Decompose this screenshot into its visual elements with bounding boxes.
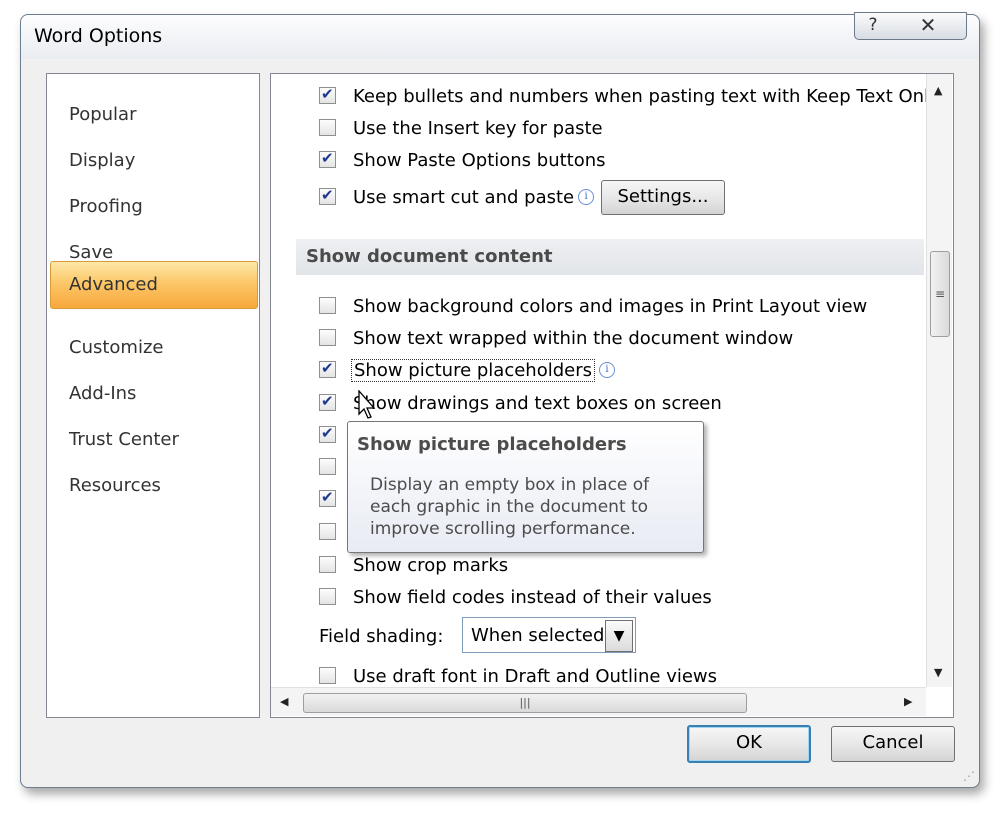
advanced-options-panel: Keep bullets and numbers when pasting te… bbox=[270, 73, 954, 718]
option-paste-options-label: Show Paste Options buttons bbox=[353, 149, 606, 171]
title-bar[interactable]: Word Options ? ✕ bbox=[21, 12, 979, 59]
option-smart-cut-row: Use smart cut and paste i bbox=[353, 185, 595, 209]
checkbox-draft-font[interactable] bbox=[319, 667, 336, 684]
tooltip-body: Display an empty box in place of each gr… bbox=[370, 475, 650, 539]
option-keep-bullets-label: Keep bullets and numbers when pasting te… bbox=[353, 85, 940, 107]
option-draft-font-label: Use draft font in Draft and Outline view… bbox=[353, 665, 718, 687]
nav-item-display[interactable]: Display bbox=[69, 150, 135, 171]
nav-item-popular[interactable]: Popular bbox=[69, 104, 137, 125]
nav-item-advanced-label: Advanced bbox=[69, 274, 158, 295]
tooltip: Show picture placeholders Display an emp… bbox=[347, 421, 704, 553]
scroll-left-icon[interactable]: ◀ bbox=[280, 695, 288, 708]
checkbox-field-codes[interactable] bbox=[319, 588, 336, 605]
nav-item-trust-center[interactable]: Trust Center bbox=[69, 429, 179, 450]
checkbox-keep-bullets[interactable] bbox=[319, 85, 336, 104]
nav-item-customize[interactable]: Customize bbox=[69, 337, 163, 358]
checkbox-insert-key-paste[interactable] bbox=[319, 119, 336, 136]
window-title: Word Options bbox=[34, 25, 163, 47]
option-drawings-label: Show drawings and text boxes on screen bbox=[353, 392, 722, 414]
option-picture-placeholders-label: Show picture placeholders bbox=[351, 358, 596, 382]
checkbox-text-wrapped[interactable] bbox=[319, 329, 336, 346]
chevron-down-icon[interactable]: ▼ bbox=[605, 620, 633, 652]
mouse-cursor-icon bbox=[358, 390, 376, 419]
nav-item-proofing[interactable]: Proofing bbox=[69, 196, 143, 217]
option-smart-cut-label: Use smart cut and paste bbox=[353, 186, 575, 208]
checkbox-picture-placeholders[interactable] bbox=[319, 359, 336, 378]
option-text-wrapped-label: Show text wrapped within the document wi… bbox=[353, 327, 794, 349]
settings-button[interactable]: Settings... bbox=[601, 180, 725, 215]
scroll-down-icon[interactable]: ▼ bbox=[934, 666, 942, 679]
nav-item-resources[interactable]: Resources bbox=[69, 475, 161, 496]
options-nav: Popular Display Proofing Save Advanced C… bbox=[46, 73, 260, 718]
checkbox-hidden-2[interactable] bbox=[319, 458, 336, 475]
scroll-up-icon[interactable]: ▲ bbox=[934, 84, 942, 97]
field-shading-label: Field shading: bbox=[319, 626, 444, 647]
close-button[interactable]: ✕ bbox=[890, 12, 967, 40]
help-button[interactable]: ? bbox=[854, 12, 892, 40]
word-options-dialog: Word Options ? ✕ Popular Display Proofin… bbox=[20, 12, 980, 788]
nav-item-save[interactable]: Save bbox=[69, 242, 113, 263]
tooltip-title: Show picture placeholders bbox=[357, 434, 627, 455]
info-icon: i bbox=[599, 362, 616, 378]
checkbox-hidden-4[interactable] bbox=[319, 523, 336, 540]
option-picture-placeholders-row: Show picture placeholders i bbox=[351, 358, 616, 382]
field-shading-select[interactable]: When selected ▼ bbox=[462, 617, 636, 653]
checkbox-drawings-text-boxes[interactable] bbox=[319, 392, 336, 411]
vertical-scrollbar[interactable]: ▲ ≡ ▼ bbox=[926, 74, 952, 687]
scroll-right-icon[interactable]: ▶ bbox=[904, 695, 912, 708]
option-crop-marks-label: Show crop marks bbox=[353, 554, 509, 576]
nav-item-advanced[interactable]: Advanced bbox=[50, 261, 258, 309]
section-header: Show document content bbox=[296, 239, 924, 275]
cancel-button[interactable]: Cancel bbox=[831, 726, 955, 762]
info-icon: i bbox=[578, 189, 595, 205]
ok-button[interactable]: OK bbox=[687, 725, 811, 763]
checkbox-smart-cut-paste[interactable] bbox=[319, 186, 336, 205]
checkbox-crop-marks[interactable] bbox=[319, 556, 336, 573]
nav-item-add-ins[interactable]: Add-Ins bbox=[69, 383, 136, 404]
option-insert-key-label: Use the Insert key for paste bbox=[353, 117, 603, 139]
checkbox-hidden-1[interactable] bbox=[319, 424, 336, 443]
checkbox-hidden-3[interactable] bbox=[319, 488, 336, 507]
checkbox-background-colors[interactable] bbox=[319, 297, 336, 314]
option-background-colors-label: Show background colors and images in Pri… bbox=[353, 295, 868, 317]
horizontal-scrollbar[interactable]: ◀ ||| ▶ bbox=[271, 687, 926, 716]
field-shading-value: When selected bbox=[471, 625, 605, 646]
option-field-codes-label: Show field codes instead of their values bbox=[353, 586, 712, 608]
resize-grip-icon[interactable]: ⋰ bbox=[963, 769, 975, 783]
horizontal-scroll-thumb[interactable]: ||| bbox=[303, 693, 747, 713]
section-title: Show document content bbox=[306, 246, 553, 267]
vertical-scroll-thumb[interactable]: ≡ bbox=[930, 251, 950, 337]
checkbox-paste-options[interactable] bbox=[319, 149, 336, 168]
